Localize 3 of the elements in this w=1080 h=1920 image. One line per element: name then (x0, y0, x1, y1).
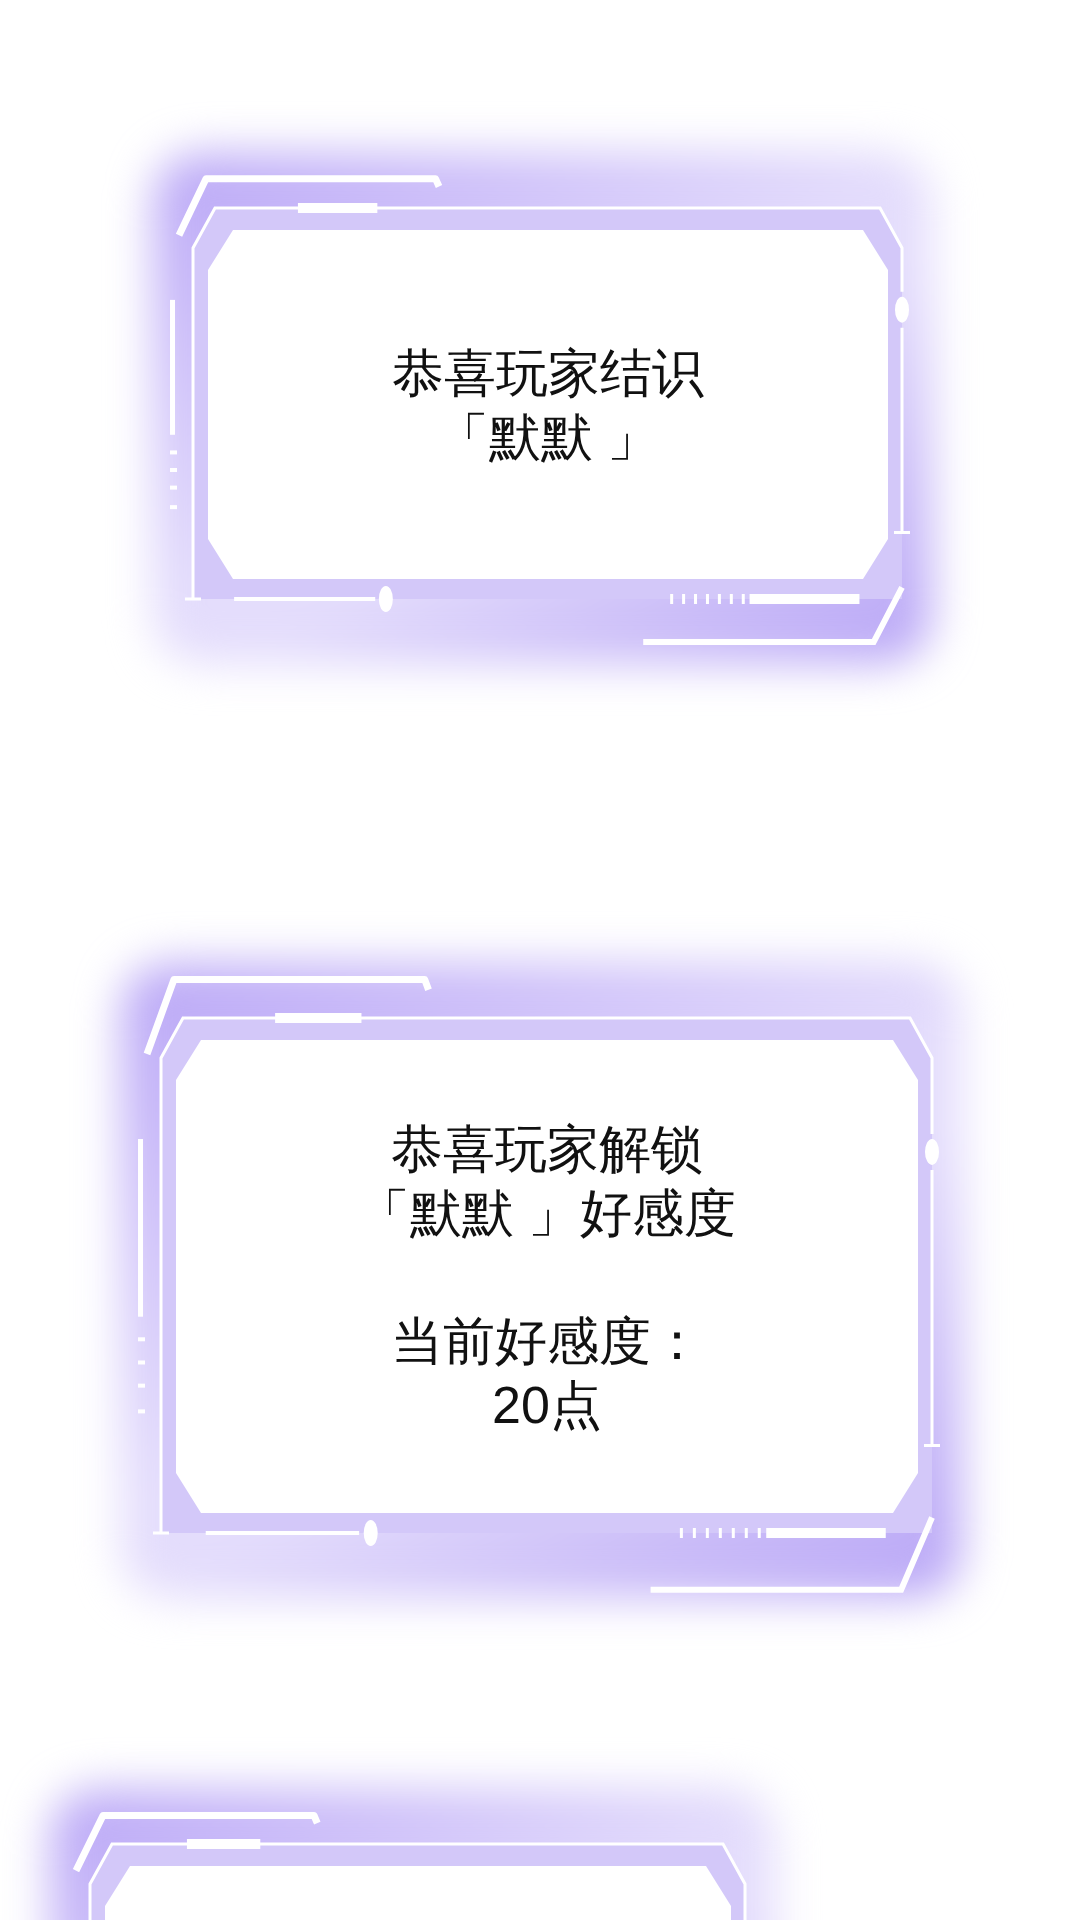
message-text: 恭喜玩家结识 「默默 」 (392, 342, 704, 468)
message-text: 恭喜玩家解锁 「默默 」好感度 (357, 1118, 737, 1244)
message-text: 当前好感度： 20点 (391, 1310, 703, 1436)
